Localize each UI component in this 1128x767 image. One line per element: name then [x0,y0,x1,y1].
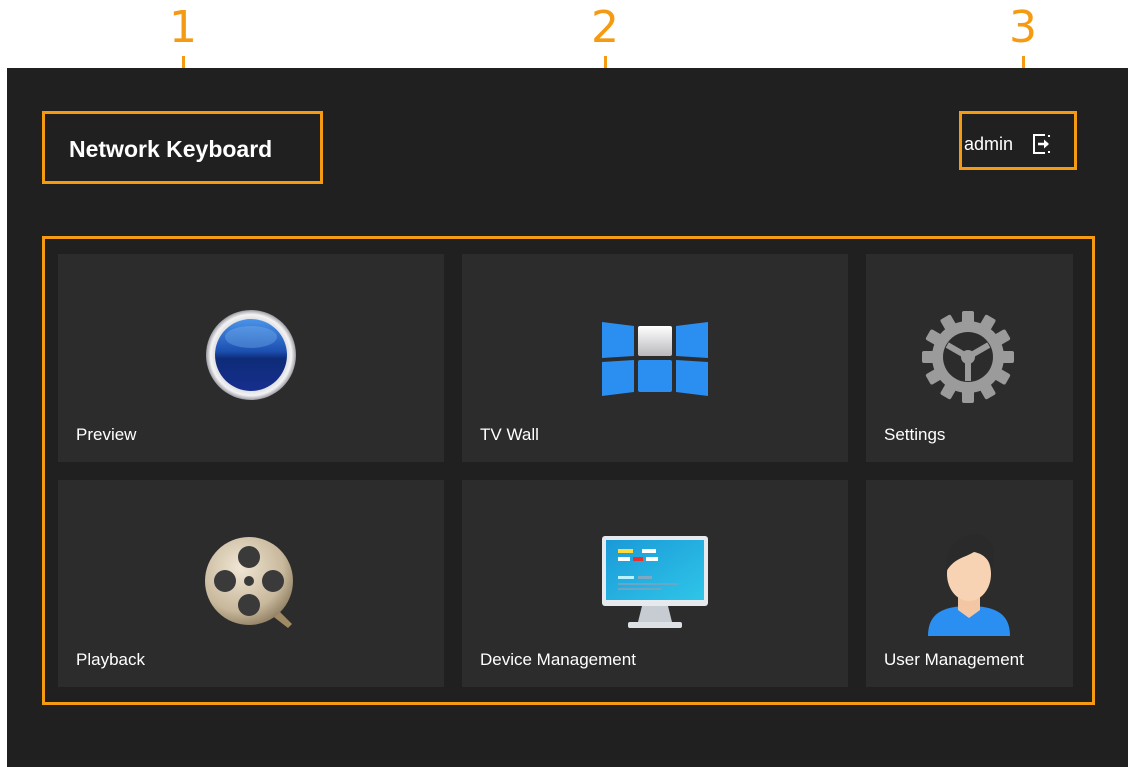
tile-label: Playback [76,650,145,669]
film-reel-icon [204,536,300,637]
tile-label: Preview [76,425,137,444]
tile-settings[interactable]: Settings [866,254,1073,462]
gear-icon [921,310,1015,409]
callout-number-3: 3 [1009,2,1037,53]
tile-preview[interactable]: Preview [58,254,444,462]
tile-label: Device Management [480,650,636,669]
user-avatar-icon [924,530,1014,641]
callout-number-2: 2 [591,2,619,53]
tile-playback[interactable]: Playback [58,480,444,687]
username-label: admin [964,133,1014,154]
tile-tv-wall[interactable]: TV Wall [462,254,848,462]
monitor-icon [602,536,708,637]
callout-number-1: 1 [169,2,197,53]
preview-lens-icon [204,308,298,407]
tile-user-management[interactable]: User Management [866,480,1073,687]
tv-wall-icon [600,316,710,405]
page-title: Network Keyboard [69,136,273,162]
user-area: admin [964,131,1053,157]
tile-label: User Management [884,650,1024,669]
tile-device-management[interactable]: Device Management [462,480,848,687]
tile-label: Settings [884,425,946,444]
logout-icon[interactable] [1031,133,1053,155]
tile-label: TV Wall [480,425,539,444]
